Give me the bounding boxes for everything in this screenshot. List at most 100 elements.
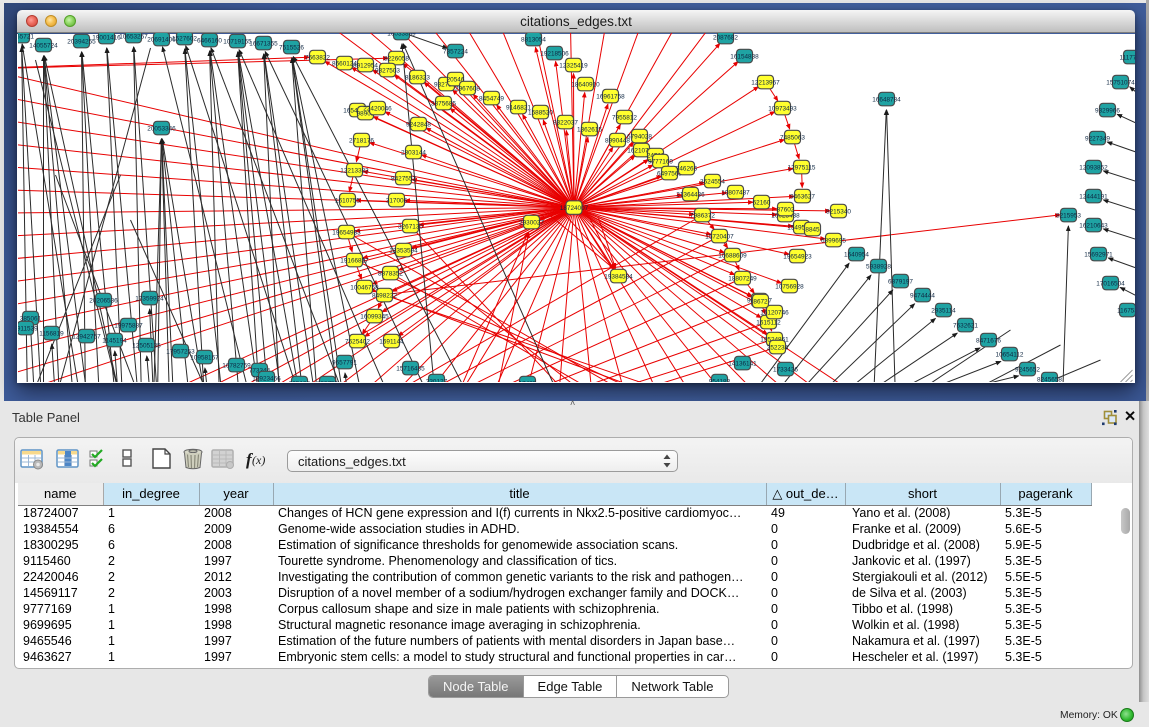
svg-text:17016504: 17016504 [1096, 280, 1125, 287]
svg-text:19654923: 19654923 [783, 253, 812, 260]
svg-text:8427552: 8427552 [391, 175, 416, 182]
svg-text:12505135: 12505135 [132, 342, 161, 349]
svg-text:15692971: 15692971 [1084, 251, 1113, 258]
svg-text:954183: 954183 [708, 378, 730, 382]
svg-text:7357224: 7357224 [443, 48, 468, 55]
svg-text:16648784: 16648784 [872, 96, 901, 103]
svg-text:87602: 87602 [776, 206, 794, 213]
svg-text:252234: 252234 [766, 344, 788, 351]
svg-text:(x): (x) [252, 453, 265, 467]
svg-text:12325419: 12325419 [559, 62, 588, 69]
svg-text:10688609: 10688609 [718, 252, 747, 259]
svg-text:820755: 820755 [316, 380, 338, 382]
svg-text:12093852: 12093852 [1079, 164, 1108, 171]
svg-text:3875685: 3875685 [431, 100, 456, 107]
svg-text:15720407: 15720407 [705, 233, 734, 240]
svg-text:12353594: 12353594 [389, 247, 418, 254]
svg-text:19166827: 19166827 [340, 257, 369, 264]
svg-text:2967608: 2967608 [455, 85, 480, 92]
svg-text:19654983: 19654983 [332, 229, 361, 236]
svg-text:3267130: 3267130 [398, 223, 423, 230]
svg-text:12213967: 12213967 [751, 79, 780, 86]
svg-text:16671355: 16671355 [249, 40, 278, 47]
svg-text:9227349: 9227349 [1085, 135, 1110, 142]
svg-text:8186323: 8186323 [405, 74, 430, 81]
svg-text:7955812: 7955812 [612, 114, 637, 121]
svg-text:16099345: 16099345 [360, 313, 389, 320]
svg-text:6466160: 6466160 [197, 37, 222, 44]
svg-text:1117707: 1117707 [1119, 54, 1134, 61]
svg-text:1610755: 1610755 [335, 197, 360, 204]
svg-text:16210643: 16210643 [1079, 222, 1108, 229]
svg-text:16033809: 16033809 [387, 33, 416, 37]
svg-text:8471676: 8471676 [976, 337, 1001, 344]
svg-text:330127: 330127 [425, 378, 447, 382]
svg-text:8454749: 8454749 [479, 95, 504, 102]
svg-text:10653267: 10653267 [119, 33, 148, 40]
svg-text:10958167: 10958167 [190, 354, 219, 361]
svg-text:12942757: 12942757 [72, 333, 101, 340]
svg-text:2935114: 2935114 [931, 307, 956, 314]
svg-text:7663822: 7663822 [305, 54, 330, 61]
svg-text:1362615: 1362615 [577, 126, 602, 133]
svg-text:19001416: 19001416 [92, 34, 121, 41]
svg-text:19975887: 19975887 [114, 322, 143, 329]
svg-text:8672: 8672 [753, 298, 768, 305]
svg-text:2930027: 2930027 [519, 219, 544, 226]
svg-text:8813054: 8813054 [521, 36, 546, 43]
svg-text:12923466: 12923466 [252, 375, 281, 382]
svg-text:12975115: 12975115 [787, 164, 815, 171]
svg-text:1691144: 1691144 [379, 338, 404, 345]
svg-text:10807487: 10807487 [721, 189, 750, 196]
svg-text:6899695: 6899695 [821, 237, 846, 244]
svg-text:16154838: 16154838 [730, 53, 759, 60]
svg-text:10719155: 10719155 [223, 38, 252, 45]
svg-text:17435: 17435 [518, 380, 536, 382]
svg-text:18724007: 18724007 [559, 205, 588, 212]
svg-text:6879197: 6879197 [888, 278, 913, 285]
svg-text:7485063: 7485063 [780, 134, 805, 141]
svg-text:18640910: 18640910 [571, 81, 600, 88]
svg-text:19384584: 19384584 [604, 273, 633, 280]
svg-text:9245652: 9245652 [1015, 366, 1040, 373]
svg-text:1156819: 1156819 [39, 330, 64, 337]
svg-text:14055724: 14055724 [29, 42, 58, 49]
svg-text:1733426: 1733426 [773, 366, 798, 373]
svg-text:6794028: 6794028 [627, 133, 652, 140]
svg-text:2055721: 2055721 [18, 33, 34, 40]
svg-text:10756928: 10756928 [775, 283, 804, 290]
svg-text:2087682: 2087682 [713, 34, 738, 41]
svg-text:10046758: 10046758 [350, 284, 379, 291]
svg-text:3911539: 3911539 [18, 325, 38, 332]
svg-text:9327503: 9327503 [375, 67, 400, 74]
svg-text:12213383: 12213383 [340, 167, 369, 174]
svg-text:9329966: 9329966 [1095, 107, 1120, 114]
svg-text:19218506: 19218506 [540, 50, 569, 57]
svg-text:7632621: 7632621 [953, 322, 978, 329]
svg-text:22420046: 22420046 [363, 105, 392, 112]
svg-text:9657791: 9657791 [332, 359, 357, 366]
svg-text:9242848: 9242848 [406, 121, 431, 128]
svg-text:21364436: 21364436 [676, 191, 705, 198]
svg-text:9777169: 9777169 [648, 158, 673, 165]
svg-text:8322037: 8322037 [553, 119, 578, 126]
svg-text:8215340: 8215340 [826, 208, 851, 215]
svg-text:10654112: 10654112 [995, 351, 1023, 358]
svg-text:16120746: 16120746 [760, 309, 789, 316]
svg-text:317006: 317006 [385, 197, 407, 204]
svg-text:16961758: 16961758 [596, 93, 625, 100]
svg-text:17359924: 17359924 [135, 295, 164, 302]
svg-text:3624554: 3624554 [700, 178, 725, 185]
svg-text:9463627: 9463627 [790, 193, 815, 200]
svg-text:7515526: 7515526 [279, 44, 304, 51]
svg-text:15751074: 15751074 [1106, 79, 1135, 86]
svg-text:20053346: 20053346 [147, 125, 176, 132]
svg-text:5938928: 5938928 [866, 263, 891, 270]
svg-text:8878352: 8878352 [378, 270, 403, 277]
svg-text:8845: 8845 [805, 226, 820, 233]
svg-text:18807249: 18807249 [728, 275, 757, 282]
svg-text:2718176: 2718176 [349, 137, 374, 144]
svg-text:8498222: 8498222 [372, 292, 397, 299]
svg-text:15716485: 15716485 [396, 365, 425, 372]
svg-text:20206536: 20206536 [89, 297, 118, 304]
